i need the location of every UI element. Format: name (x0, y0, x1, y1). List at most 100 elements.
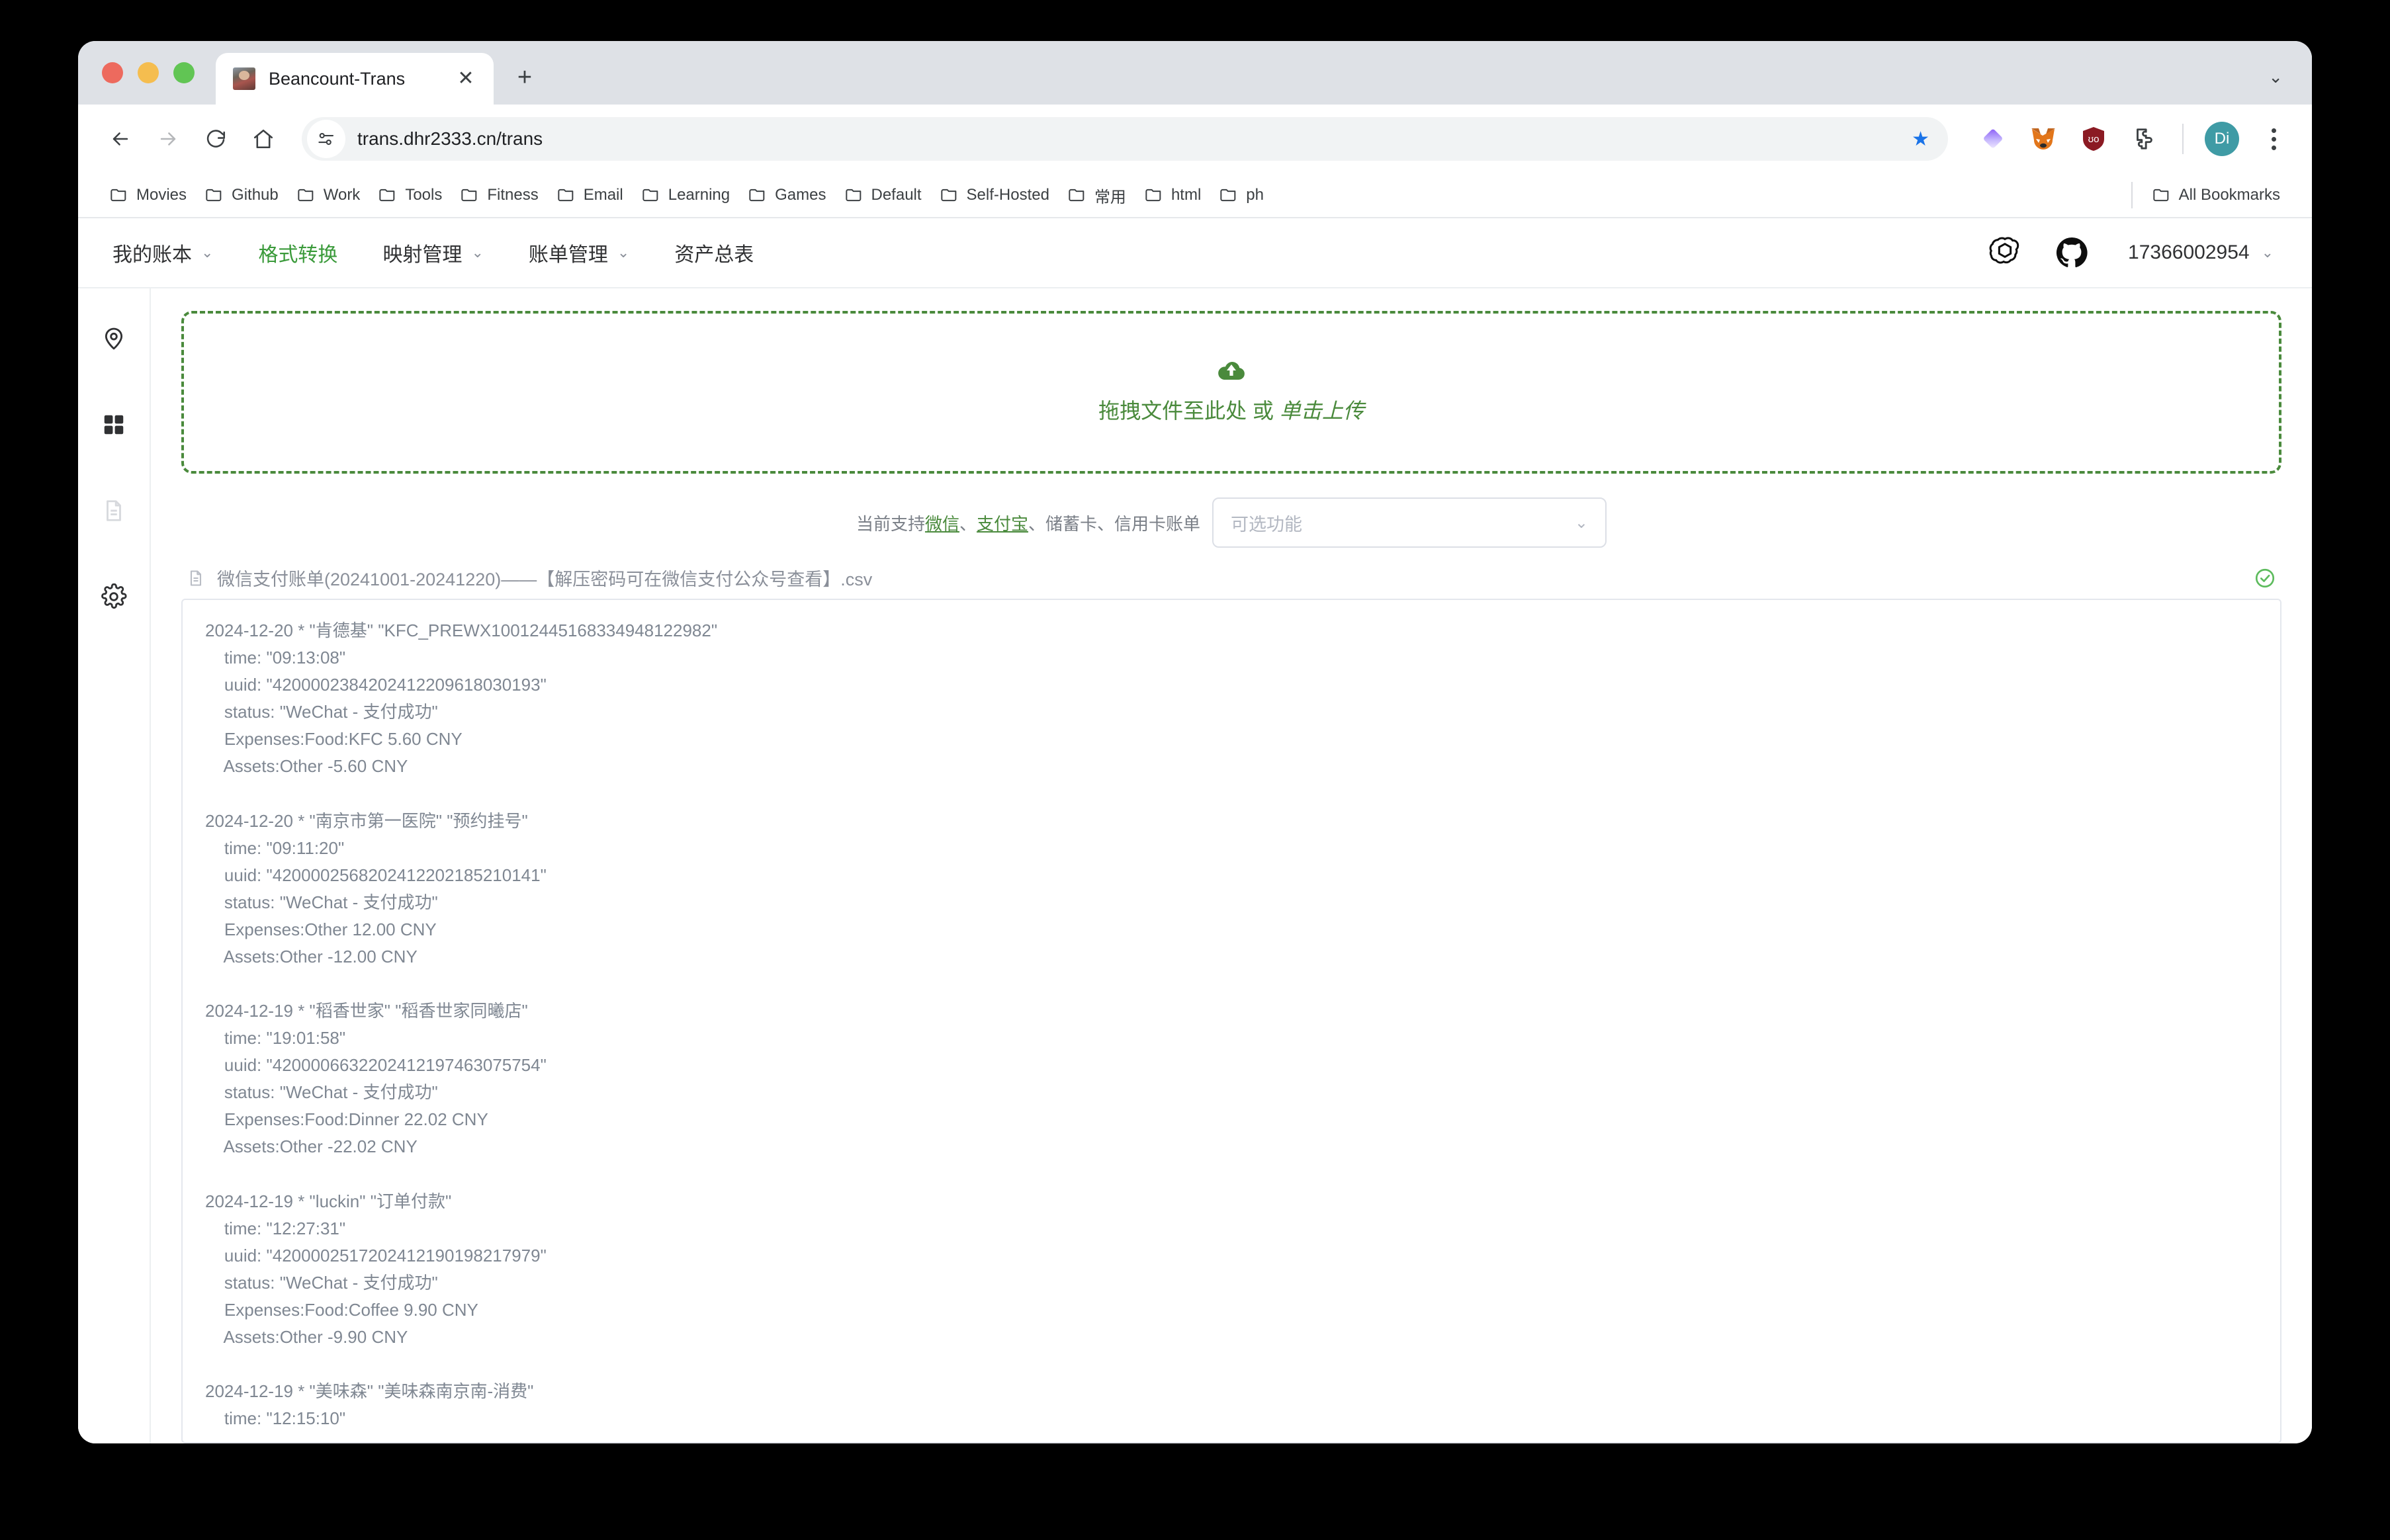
tab-favicon-icon (233, 67, 255, 90)
bookmark-label: Tools (405, 186, 443, 204)
nav-label: 格式转换 (258, 244, 338, 266)
uploaded-file-row[interactable]: 微信支付账单(20241001-20241220)——【解压密码可在微信支付公众… (181, 565, 2281, 599)
transaction-preview-panel[interactable]: 2024-12-20 * "肯德基" "KFC_PREWX10012445168… (181, 599, 2281, 1443)
bookmark-folder[interactable]: 常用 (1059, 179, 1135, 212)
check-circle-icon (2254, 567, 2276, 589)
browser-tab[interactable]: Beancount-Trans ✕ (216, 53, 494, 105)
toolbar-divider (2182, 124, 2184, 154)
optional-features-select[interactable]: 可选功能 ⌄ (1212, 497, 1607, 548)
folder-icon (748, 187, 767, 203)
browser-window: Beancount-Trans ✕ + ⌄ trans.dhr2333.cn/t… (78, 41, 2312, 1443)
folder-icon (461, 187, 479, 203)
bookmark-folder[interactable]: Tools (369, 181, 451, 210)
folder-icon (2152, 187, 2171, 203)
user-account-menu[interactable]: 17366002954 ⌄ (2128, 241, 2274, 264)
support-row: 当前支持微信、支付宝、储蓄卡、信用卡账单 可选功能 ⌄ (181, 497, 2281, 548)
bookmark-label: Email (583, 186, 623, 204)
dropzone-click-upload-link[interactable]: 单击上传 (1280, 399, 1364, 423)
support-suffix: 、储蓄卡、信用卡账单 (1028, 513, 1201, 534)
bookmark-folder[interactable]: Learning (633, 181, 739, 210)
bookmark-folder[interactable]: Github (196, 181, 288, 210)
tab-search-chevron-down-icon[interactable]: ⌄ (2268, 67, 2283, 87)
site-settings-icon[interactable] (307, 120, 345, 158)
maximize-window-button[interactable] (173, 62, 195, 83)
bookmark-label: Github (232, 186, 279, 204)
bookmark-folder[interactable]: Games (739, 181, 835, 210)
nav-item-asset-summary[interactable]: 资产总表 (674, 238, 754, 267)
nav-label: 账单管理 (528, 244, 608, 266)
folder-icon (205, 187, 224, 203)
bookmark-star-icon[interactable]: ★ (1912, 128, 1939, 151)
nav-label: 映射管理 (382, 244, 463, 266)
side-rail (78, 288, 151, 1443)
folder-icon (297, 187, 316, 203)
browser-menu-icon[interactable] (2256, 128, 2291, 150)
bookmark-folder[interactable]: Work (288, 181, 370, 210)
profile-avatar[interactable]: Di (2205, 122, 2239, 156)
nav-label: 资产总表 (674, 244, 754, 266)
bookmark-label: html (1171, 186, 1202, 204)
folder-icon (1219, 187, 1238, 203)
bookmark-label: Learning (668, 186, 730, 204)
bookmark-label: ph (1246, 186, 1264, 204)
github-logo-icon[interactable] (2054, 235, 2090, 271)
bookmark-label: 常用 (1094, 188, 1126, 206)
chevron-down-icon: ⌄ (1574, 513, 1589, 532)
dropzone-text-main: 拖拽文件至此处 或 (1098, 398, 1280, 423)
grid-apps-icon[interactable] (95, 406, 132, 443)
forward-icon[interactable] (147, 118, 189, 160)
bookmark-label: Default (871, 186, 922, 204)
file-dropzone[interactable]: 拖拽文件至此处 或 单击上传 (181, 311, 2281, 474)
new-tab-button[interactable]: + (506, 58, 544, 97)
back-icon[interactable] (99, 118, 142, 160)
nav-item-format-conversion[interactable]: 格式转换 (258, 238, 337, 267)
address-bar-url[interactable]: trans.dhr2333.cn/trans (357, 128, 1912, 150)
nav-item-my-ledger[interactable]: 我的账本 ⌄ (112, 238, 213, 267)
browser-toolbar: trans.dhr2333.cn/trans ★ ʊᴏ Di (78, 105, 2312, 173)
tab-title: Beancount-Trans (269, 68, 406, 89)
bookmark-folder[interactable]: html (1135, 181, 1210, 210)
bookmark-label: Self-Hosted (966, 186, 1049, 204)
bookmark-label: Games (775, 186, 826, 204)
nav-item-mapping-management[interactable]: 映射管理 ⌄ (382, 238, 483, 267)
alipay-link[interactable]: 支付宝 (977, 514, 1028, 534)
support-prefix: 当前支持 (856, 513, 925, 534)
address-bar[interactable]: trans.dhr2333.cn/trans ★ (302, 117, 1948, 161)
ublock-origin-icon[interactable]: ʊᴏ (2075, 120, 2112, 157)
supported-bills-text: 当前支持微信、支付宝、储蓄卡、信用卡账单 (856, 511, 1200, 535)
bookmark-folder[interactable]: Self-Hosted (931, 181, 1059, 210)
tab-strip: Beancount-Trans ✕ + ⌄ (78, 41, 2312, 105)
bookmark-folder[interactable]: ph (1210, 181, 1273, 210)
close-tab-icon[interactable]: ✕ (453, 65, 479, 92)
bookmark-folder[interactable]: Movies (101, 181, 196, 210)
wechat-link[interactable]: 微信 (925, 514, 959, 534)
bookmark-label: Work (323, 186, 361, 204)
cloud-upload-icon (1217, 361, 1246, 385)
nav-item-bill-management[interactable]: 账单管理 ⌄ (529, 238, 629, 267)
bookmark-folder[interactable]: Fitness (451, 181, 547, 210)
gear-icon[interactable] (95, 578, 132, 615)
bookmarks-bar: Movies Github Work Tools Fitness Email L… (78, 173, 2312, 218)
bookmark-folder[interactable]: Default (836, 181, 931, 210)
home-icon[interactable] (242, 118, 285, 160)
folder-icon (110, 187, 128, 203)
all-bookmarks-button[interactable]: All Bookmarks (2143, 181, 2289, 210)
puzzle-extensions-icon[interactable] (2125, 120, 2162, 157)
reload-icon[interactable] (195, 118, 237, 160)
app-navbar: 我的账本 ⌄ 格式转换 映射管理 ⌄ 账单管理 ⌄ 资产总表 173660029… (78, 218, 2312, 288)
location-pin-icon[interactable] (95, 320, 132, 357)
folder-icon (845, 187, 863, 203)
close-window-button[interactable] (102, 62, 123, 83)
window-controls[interactable] (78, 62, 195, 105)
folder-icon (378, 187, 397, 203)
folder-icon (642, 187, 660, 203)
openai-logo-icon[interactable] (1986, 234, 2023, 271)
minimize-window-button[interactable] (138, 62, 159, 83)
support-separator: 、 (959, 513, 977, 534)
bookmark-folder[interactable]: Email (548, 181, 633, 210)
chevron-down-icon: ⌄ (2261, 244, 2274, 261)
gradient-diamond-extension-icon[interactable] (1974, 120, 2012, 157)
metamask-fox-icon[interactable] (2025, 120, 2062, 157)
web-app: 我的账本 ⌄ 格式转换 映射管理 ⌄ 账单管理 ⌄ 资产总表 173660029… (78, 218, 2312, 1443)
document-icon[interactable] (95, 492, 132, 529)
